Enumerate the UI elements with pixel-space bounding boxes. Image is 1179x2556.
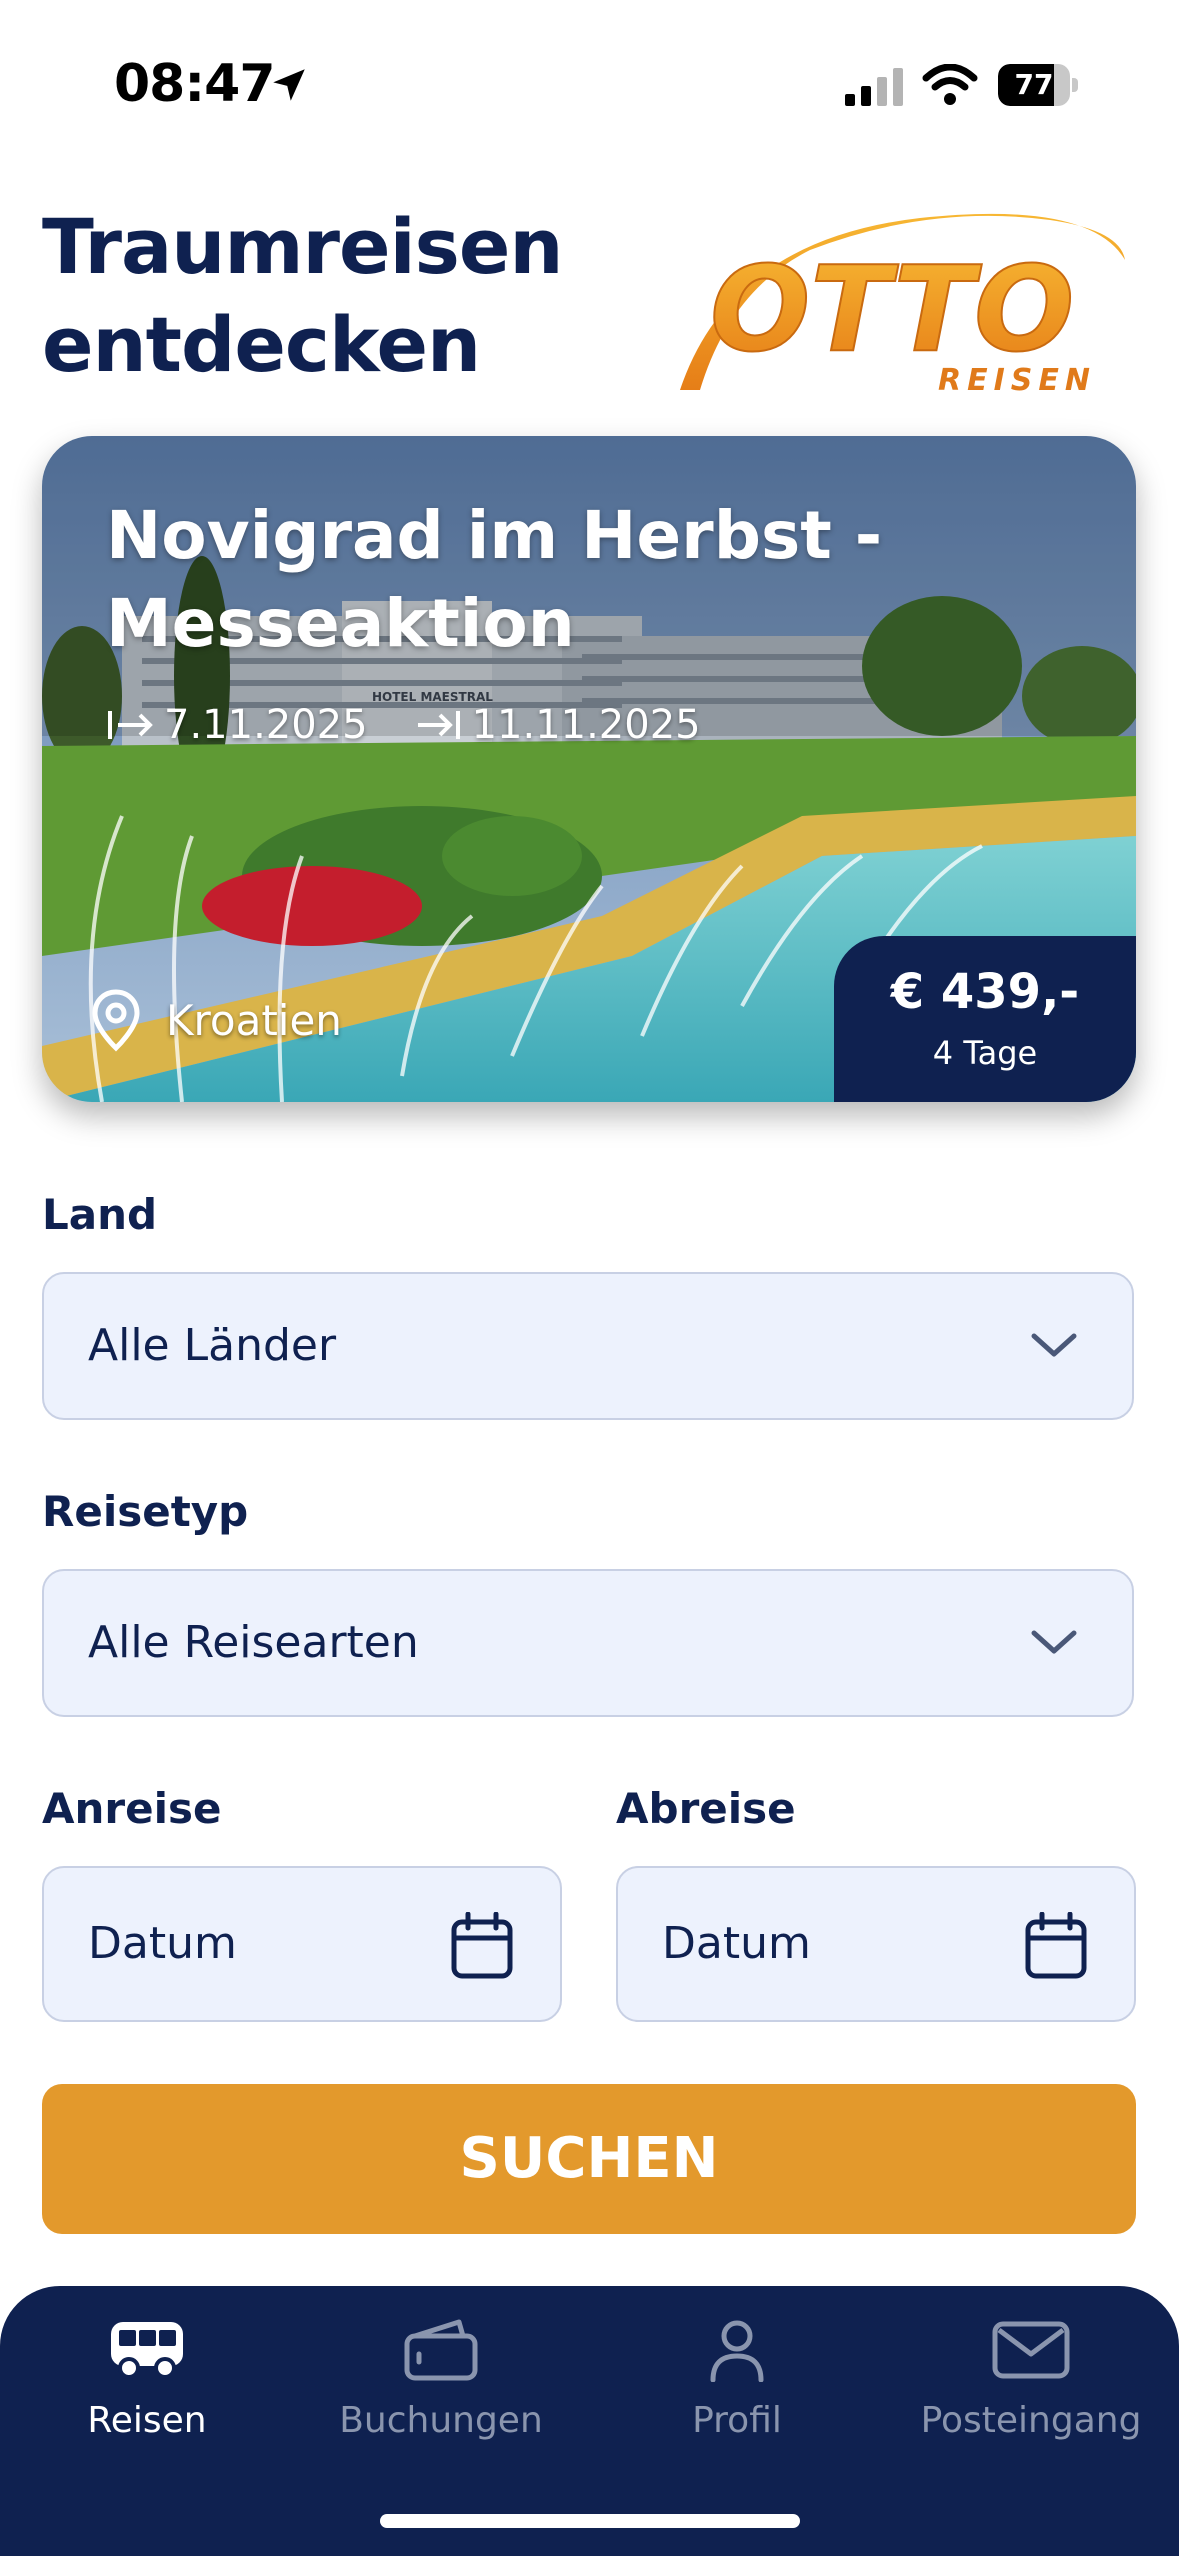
location-label: Kroatien bbox=[166, 995, 342, 1045]
tab-posteingang[interactable]: Posteingang bbox=[886, 2318, 1176, 2441]
logo-wordmark: OTTO bbox=[710, 240, 1074, 378]
map-pin-icon bbox=[92, 989, 140, 1052]
status-bar: 08:47 77 bbox=[0, 0, 1179, 170]
anreise-date-value: Datum bbox=[88, 1918, 237, 1969]
calendar-icon bbox=[1025, 1912, 1087, 1979]
battery-indicator: 77 bbox=[998, 64, 1078, 106]
calendar-icon bbox=[451, 1912, 513, 1979]
trip-price: € 439,- bbox=[890, 964, 1080, 1020]
start-arrow-icon bbox=[108, 711, 153, 739]
page-title-line1: Traumreisen bbox=[42, 202, 564, 291]
reisetyp-select-value: Alle Reisearten bbox=[88, 1617, 419, 1668]
trip-title: Novigrad im Herbst - Messeaktion bbox=[106, 497, 883, 662]
cellular-signal-icon bbox=[845, 68, 903, 106]
land-select-value: Alle Länder bbox=[88, 1320, 337, 1371]
anreise-label: Anreise bbox=[42, 1784, 222, 1833]
end-date: 11.11.2025 bbox=[471, 702, 701, 748]
mail-icon bbox=[992, 2321, 1070, 2379]
location-arrow-icon bbox=[273, 69, 305, 101]
bus-icon bbox=[111, 2322, 183, 2379]
reisetyp-select[interactable]: Alle Reisearten bbox=[42, 1569, 1134, 1717]
price-badge: € 439,- 4 Tage bbox=[834, 936, 1136, 1102]
end-arrow-icon bbox=[417, 711, 460, 739]
abreise-date-value: Datum bbox=[662, 1918, 811, 1969]
tab-reisen-label: Reisen bbox=[87, 2400, 207, 2441]
logo-subtext: REISEN bbox=[938, 363, 1096, 398]
reisetyp-label: Reisetyp bbox=[42, 1487, 249, 1536]
home-indicator[interactable] bbox=[380, 2514, 800, 2528]
trip-dates: 7.11.2025 11.11.2025 bbox=[106, 702, 701, 748]
tab-profil[interactable]: Profil bbox=[592, 2318, 882, 2441]
page-title-line2: entdecken bbox=[42, 300, 481, 389]
trip-duration: 4 Tage bbox=[932, 1034, 1038, 1072]
featured-trip-card[interactable]: HOTEL MAESTRAL Novigrad im Herbst - Mess… bbox=[42, 436, 1136, 1102]
chevron-down-icon bbox=[1031, 1333, 1077, 1357]
search-button[interactable]: SUCHEN bbox=[42, 2084, 1136, 2234]
abreise-label: Abreise bbox=[616, 1784, 796, 1833]
otto-reisen-logo: OTTO REISEN bbox=[680, 213, 1125, 398]
chevron-down-icon bbox=[1031, 1630, 1077, 1654]
land-select[interactable]: Alle Länder bbox=[42, 1272, 1134, 1420]
tab-buchungen-label: Buchungen bbox=[339, 2400, 543, 2441]
tab-buchungen[interactable]: Buchungen bbox=[296, 2318, 586, 2441]
trip-location: Kroatien bbox=[90, 988, 342, 1052]
battery-level: 77 bbox=[1014, 68, 1054, 101]
tab-posteingang-label: Posteingang bbox=[920, 2400, 1142, 2441]
land-label: Land bbox=[42, 1190, 158, 1239]
start-date: 7.11.2025 bbox=[164, 702, 368, 748]
abreise-date-field[interactable]: Datum bbox=[616, 1866, 1136, 2022]
status-time: 08:47 bbox=[114, 54, 276, 114]
tab-profil-label: Profil bbox=[692, 2400, 782, 2441]
wallet-icon bbox=[404, 2319, 478, 2381]
tab-reisen[interactable]: Reisen bbox=[2, 2318, 292, 2441]
anreise-date-field[interactable]: Datum bbox=[42, 1866, 562, 2022]
person-icon bbox=[710, 2320, 764, 2382]
wifi-icon bbox=[922, 64, 978, 105]
page-title: Traumreisen entdecken bbox=[42, 198, 642, 394]
